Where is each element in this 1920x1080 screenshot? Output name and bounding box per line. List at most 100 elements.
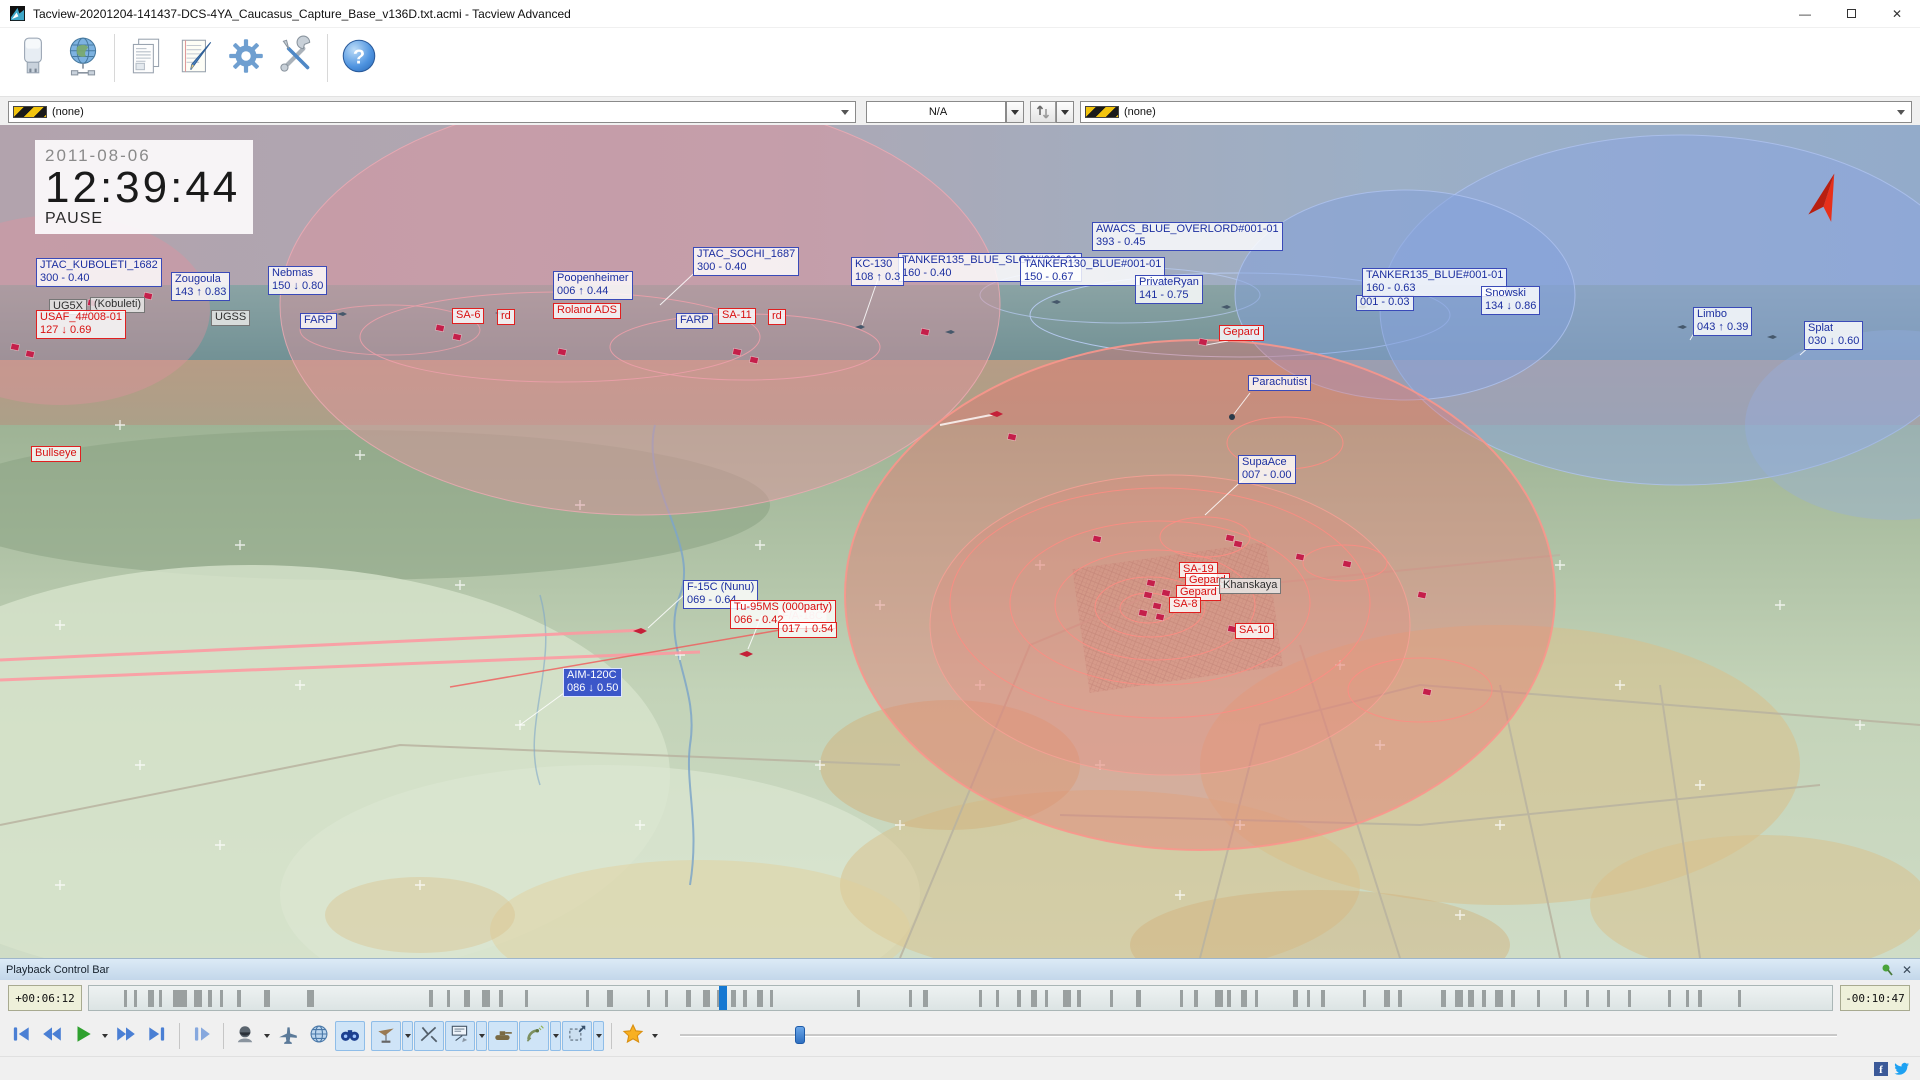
- map-label-supaace[interactable]: SupaAce007 - 0.00: [1238, 455, 1296, 484]
- globe-view-button[interactable]: [304, 1021, 334, 1051]
- red-ground-unit[interactable]: [1225, 534, 1234, 542]
- object-models-dropdown[interactable]: [402, 1021, 413, 1051]
- map-label-gepard-north[interactable]: Gepard: [1219, 325, 1264, 341]
- selection-boxes-dropdown[interactable]: [593, 1021, 604, 1051]
- facebook-icon[interactable]: f: [1874, 1062, 1888, 1076]
- swap-dropdown[interactable]: [1056, 101, 1074, 123]
- red-ground-unit[interactable]: [1233, 540, 1242, 548]
- toolbar-flight-data-button[interactable]: [121, 32, 171, 84]
- skip-to-end-button[interactable]: [142, 1021, 172, 1051]
- map-label-ugss[interactable]: UGSS: [211, 310, 250, 326]
- red-ground-unit[interactable]: [1295, 553, 1304, 561]
- map-label-poopenheimer[interactable]: Poopenheimer006 ↑ 0.44: [553, 271, 633, 300]
- map-label-jtac-kuboleti[interactable]: JTAC_KUBOLETI_1682300 - 0.40: [36, 258, 162, 287]
- map-label-sa-6[interactable]: SA-6: [452, 308, 484, 324]
- radar-coverage-dropdown[interactable]: [550, 1021, 561, 1051]
- relation-selector-dropdown[interactable]: [1006, 101, 1024, 123]
- map-label-rd-fragment-2[interactable]: rd: [768, 309, 786, 325]
- red-ground-unit[interactable]: [10, 343, 19, 351]
- map-label-limbo[interactable]: Limbo043 ↑ 0.39: [1693, 307, 1752, 336]
- red-ground-unit[interactable]: [1198, 338, 1207, 346]
- aircraft-view-button[interactable]: [273, 1021, 303, 1051]
- play-button[interactable]: [68, 1021, 98, 1051]
- maximize-button[interactable]: [1828, 0, 1874, 28]
- fast-forward-button[interactable]: [111, 1021, 141, 1051]
- speed-slider-handle[interactable]: [795, 1026, 805, 1044]
- toolbar-settings-button[interactable]: [221, 32, 271, 84]
- left-object-selector[interactable]: (none): [8, 101, 856, 123]
- toolbar-flight-notes-button[interactable]: [171, 32, 221, 84]
- telemetry-labels-dropdown[interactable]: [476, 1021, 487, 1051]
- map-label-farp-east[interactable]: FARP: [676, 313, 713, 329]
- timeline-track[interactable]: [88, 985, 1833, 1011]
- map-label-jtac-sochi[interactable]: JTAC_SOCHI_1687300 - 0.40: [693, 247, 799, 276]
- red-ground-unit[interactable]: [1138, 609, 1147, 617]
- twitter-icon[interactable]: [1894, 1062, 1910, 1076]
- red-ground-unit[interactable]: [1092, 535, 1101, 543]
- map-label-parachutist[interactable]: Parachutist: [1248, 375, 1311, 391]
- playback-control-bar-header[interactable]: Playback Control Bar ✕: [0, 958, 1920, 980]
- relation-selector[interactable]: N/A: [866, 101, 1006, 123]
- pin-icon[interactable]: [1881, 963, 1894, 976]
- red-ground-unit[interactable]: [1143, 591, 1152, 599]
- ground-objects-button[interactable]: [488, 1021, 518, 1051]
- red-ground-unit[interactable]: [1007, 433, 1016, 441]
- map-label-partial-001[interactable]: 001 - 0.03: [1356, 295, 1414, 311]
- toolbar-open-flight-recording-button[interactable]: [8, 32, 58, 84]
- map-label-bullseye[interactable]: Bullseye: [31, 446, 81, 462]
- red-ground-unit[interactable]: [435, 324, 444, 332]
- cockpit-view-dropdown[interactable]: [261, 1021, 272, 1051]
- speed-slider[interactable]: [680, 1034, 1837, 1037]
- step-forward-button[interactable]: [186, 1021, 216, 1051]
- red-ground-unit[interactable]: [452, 333, 461, 341]
- red-ground-unit[interactable]: [25, 350, 34, 358]
- map-label-roland-ads[interactable]: Roland ADS: [553, 303, 621, 319]
- close-panel-icon[interactable]: ✕: [1902, 963, 1912, 977]
- toolbar-online-flights-button[interactable]: [58, 32, 108, 84]
- cockpit-view-button[interactable]: [230, 1021, 260, 1051]
- map-label-zougoula[interactable]: Zougoula143 ↑ 0.83: [171, 272, 230, 301]
- map-label-rd-fragment-1[interactable]: rd: [497, 309, 515, 325]
- map-viewport[interactable]: ': [0, 125, 1920, 958]
- map-label-nebmas[interactable]: Nebmas150 ↓ 0.80: [268, 266, 327, 295]
- red-ground-unit[interactable]: [1422, 688, 1431, 696]
- selection-boxes-button[interactable]: [562, 1021, 592, 1051]
- swap-objects-button[interactable]: [1030, 101, 1056, 123]
- red-ground-unit[interactable]: [557, 348, 566, 356]
- map-label-sa-8[interactable]: SA-8: [1169, 597, 1201, 613]
- red-ground-unit[interactable]: [1342, 560, 1351, 568]
- toolbar-advanced-settings-button[interactable]: [271, 32, 321, 84]
- map-label-privateryan[interactable]: PrivateRyan141 - 0.75: [1135, 275, 1203, 304]
- map-label-kc-130[interactable]: KC-130108 ↑ 0.3: [851, 257, 904, 286]
- rewind-button[interactable]: [37, 1021, 67, 1051]
- timeline-position-marker[interactable]: [719, 986, 727, 1010]
- minimize-button[interactable]: —: [1782, 0, 1828, 28]
- favorites-button[interactable]: [618, 1021, 648, 1051]
- right-object-selector[interactable]: (none): [1080, 101, 1912, 123]
- telemetry-labels-button[interactable]: [445, 1021, 475, 1051]
- map-label-sa-10[interactable]: SA-10: [1235, 623, 1274, 639]
- red-ground-unit[interactable]: [1161, 589, 1170, 597]
- map-label-khanskaya[interactable]: Khanskaya: [1219, 578, 1281, 594]
- toolbar-help-button[interactable]: ?: [334, 32, 384, 84]
- map-label-snowski[interactable]: Snowski134 ↓ 0.86: [1481, 286, 1540, 315]
- trails-button[interactable]: [414, 1021, 444, 1051]
- map-label-awacs-overlord[interactable]: AWACS_BLUE_OVERLORD#001-01393 - 0.45: [1092, 222, 1283, 251]
- object-models-button[interactable]: [371, 1021, 401, 1051]
- map-label-usaf-4-008[interactable]: USAF_4#008-01127 ↓ 0.69: [36, 310, 126, 339]
- favorites-dropdown[interactable]: [649, 1021, 660, 1051]
- map-label-sa-11[interactable]: SA-11: [718, 308, 756, 324]
- close-button[interactable]: ✕: [1874, 0, 1920, 28]
- play-dropdown[interactable]: [99, 1021, 110, 1051]
- map-label-farp-west[interactable]: FARP: [300, 313, 337, 329]
- radar-coverage-button[interactable]: [519, 1021, 549, 1051]
- map-label-heading-017[interactable]: 017 ↓ 0.54: [778, 622, 837, 638]
- red-ground-unit[interactable]: [1152, 602, 1161, 610]
- red-ground-unit[interactable]: [732, 348, 741, 356]
- skip-to-start-button[interactable]: [6, 1021, 36, 1051]
- compass-north-arrow[interactable]: [1795, 167, 1855, 237]
- map-label-splat[interactable]: Splat030 ↓ 0.60: [1804, 321, 1863, 350]
- red-ground-unit[interactable]: [749, 356, 758, 364]
- red-ground-unit[interactable]: [1155, 613, 1164, 621]
- red-ground-unit[interactable]: [1417, 591, 1426, 599]
